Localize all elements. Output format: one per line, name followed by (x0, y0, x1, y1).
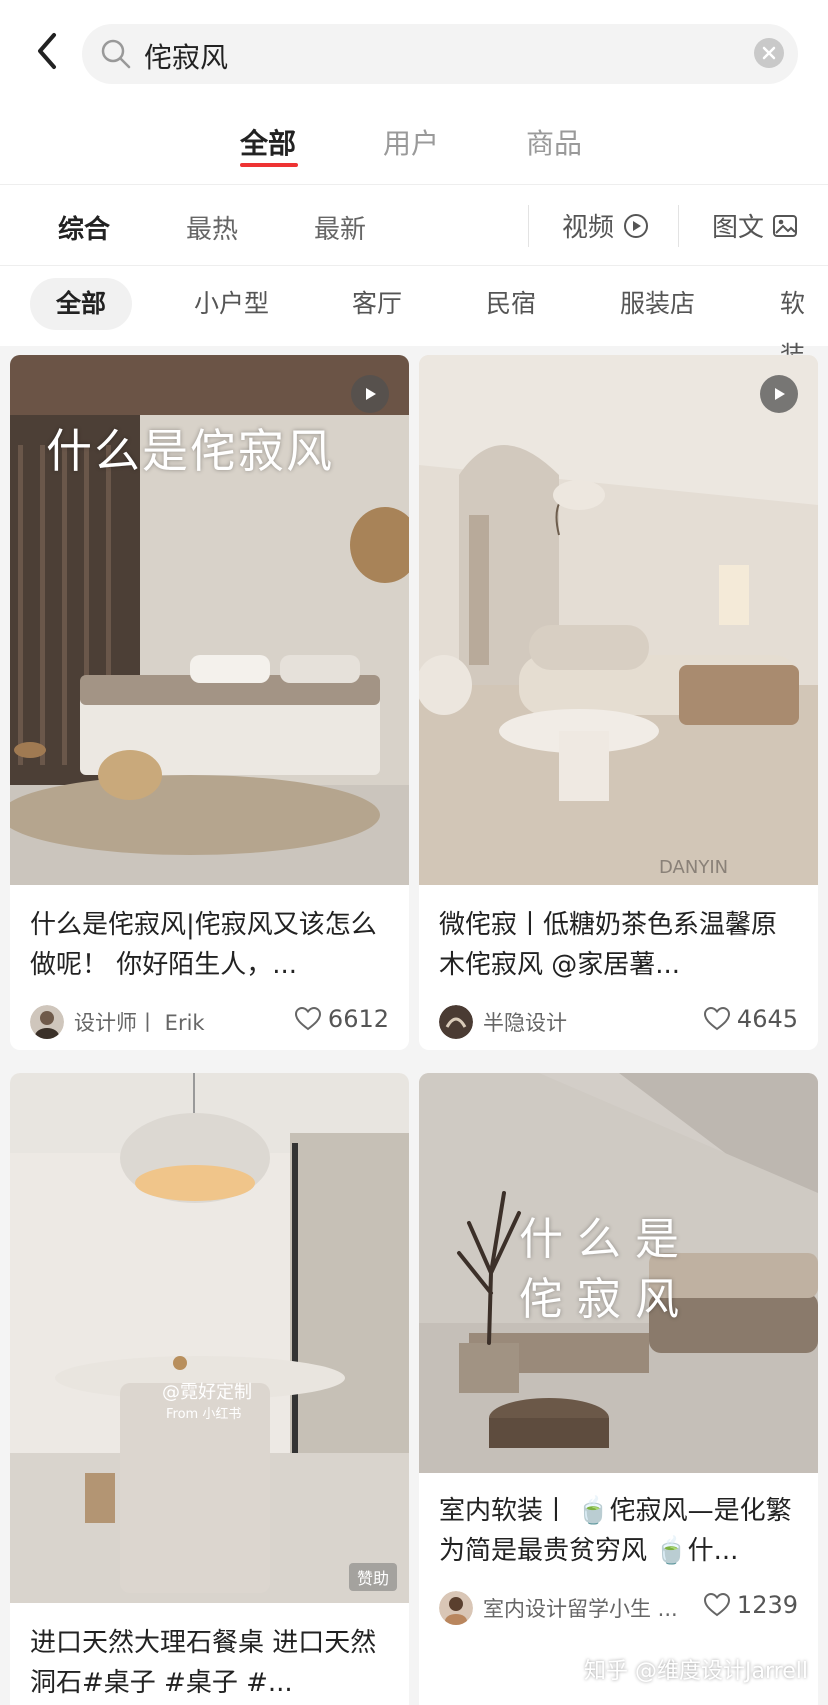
card-cover-image (419, 355, 818, 885)
tab-users[interactable]: 用户 (383, 122, 439, 162)
active-tab-indicator (240, 163, 298, 167)
card-title[interactable]: 进口天然大理石餐桌 进口天然洞石#桌子 #桌子 #... (30, 1623, 391, 1703)
cover-watermark: DANYIN (659, 857, 729, 878)
chip-living-room[interactable]: 客厅 (352, 278, 402, 330)
clear-search-button[interactable] (754, 38, 784, 68)
divider (678, 205, 679, 247)
sort-comprehensive[interactable]: 综合 (58, 209, 110, 246)
card-author[interactable]: 设计师丨 Erik (30, 1005, 205, 1039)
close-icon (762, 46, 776, 60)
search-bar[interactable]: 侘寂风 (82, 24, 798, 84)
card-author[interactable]: 半隐设计 (439, 1005, 567, 1039)
back-arrow-icon (38, 33, 56, 69)
cover-overlay-line2: 侘 寂 风 (519, 1274, 679, 1325)
tab-products[interactable]: 商品 (526, 122, 582, 162)
like-button[interactable]: 1239 (703, 1591, 798, 1619)
result-type-tabs: 全部 用户 商品 (0, 102, 828, 184)
chip-homestay[interactable]: 民宿 (486, 278, 536, 330)
avatar (439, 1005, 473, 1039)
cover-overlay-title: 什么是侘寂风 (46, 424, 334, 478)
image-icon (773, 214, 798, 237)
like-count: 4645 (736, 1005, 798, 1033)
play-circle-icon (624, 213, 649, 238)
card-author[interactable]: 室内设计留学小生 ... (439, 1591, 678, 1625)
video-indicator (760, 375, 798, 413)
tab-all[interactable]: 全部 (240, 122, 296, 162)
search-header: 侘寂风 (0, 0, 828, 102)
card-title[interactable]: 微侘寂丨低糖奶茶色系温馨原木侘寂风 @家居薯... (439, 905, 800, 985)
play-icon (366, 388, 376, 400)
search-query[interactable]: 侘寂风 (144, 36, 228, 76)
heart-icon (294, 1006, 321, 1031)
sort-newest[interactable]: 最新 (314, 209, 366, 246)
search-icon (101, 39, 131, 69)
sort-bar: 综合 最热 最新 视频 图文 (0, 184, 828, 266)
play-icon (775, 388, 785, 400)
avatar (30, 1005, 64, 1039)
cover-overlay-line1: 什 么 是 (519, 1214, 679, 1265)
category-chips: 全部 小户型 客厅 民宿 服装店 软装 (0, 266, 828, 370)
filter-image-text-label: 图文 (712, 213, 765, 243)
chip-all[interactable]: 全部 (30, 278, 133, 330)
note-card[interactable]: DANYIN 微侘寂丨低糖奶茶色系温馨原木侘寂风 @家居薯... 半隐设计 46… (419, 355, 818, 1050)
author-name: 设计师丨 Erik (74, 1011, 205, 1035)
card-cover-image (10, 1073, 409, 1603)
like-button[interactable]: 4645 (703, 1005, 798, 1033)
sort-hottest[interactable]: 最热 (186, 209, 238, 246)
note-card[interactable]: 什么是侘寂风 什么是侘寂风|侘寂风又该怎么做呢！ 你好陌生人，... 设计师丨 … (10, 355, 409, 1050)
image-watermark: @霓好定制 (162, 1382, 252, 1403)
page-watermark: 知乎 @维度设计Jarrell (584, 1659, 808, 1684)
filter-video-label: 视频 (562, 213, 615, 243)
chip-small-apartment[interactable]: 小户型 (194, 278, 269, 330)
heart-icon (703, 1592, 730, 1617)
author-name: 半隐设计 (483, 1011, 567, 1035)
like-button[interactable]: 6612 (294, 1005, 389, 1033)
like-count: 6612 (327, 1005, 389, 1033)
card-title[interactable]: 什么是侘寂风|侘寂风又该怎么做呢！ 你好陌生人，... (30, 905, 391, 985)
chip-soft-furnishing[interactable]: 软装 (780, 278, 828, 370)
avatar (439, 1591, 473, 1625)
author-name: 室内设计留学小生 ... (483, 1597, 678, 1621)
chip-clothing-store[interactable]: 服装店 (620, 278, 695, 330)
like-count: 1239 (736, 1591, 798, 1619)
filter-video[interactable]: 视频 (562, 207, 650, 244)
card-title[interactable]: 室内软装丨 🍵侘寂风—是化繁为简是最贵贫穷风 🍵什... (439, 1491, 800, 1571)
back-button[interactable] (22, 26, 72, 76)
divider (528, 205, 529, 247)
sponsored-badge: 赞助 (348, 1563, 397, 1591)
video-indicator (351, 375, 389, 413)
filter-image-text[interactable]: 图文 (712, 207, 798, 244)
note-card[interactable]: 什 么 是 侘 寂 风 室内软装丨 🍵侘寂风—是化繁为简是最贵贫穷风 🍵什...… (419, 1073, 818, 1705)
image-watermark-sub: From 小红书 (166, 1407, 242, 1422)
app: 侘寂风 全部 用户 商品 综合 最热 最新 视频 图文 全部 小户型 客厅 民宿… (0, 0, 828, 1705)
heart-icon (703, 1006, 730, 1031)
note-card[interactable]: @霓好定制 From 小红书 赞助 进口天然大理石餐桌 进口天然洞石#桌子 #桌… (10, 1073, 409, 1705)
